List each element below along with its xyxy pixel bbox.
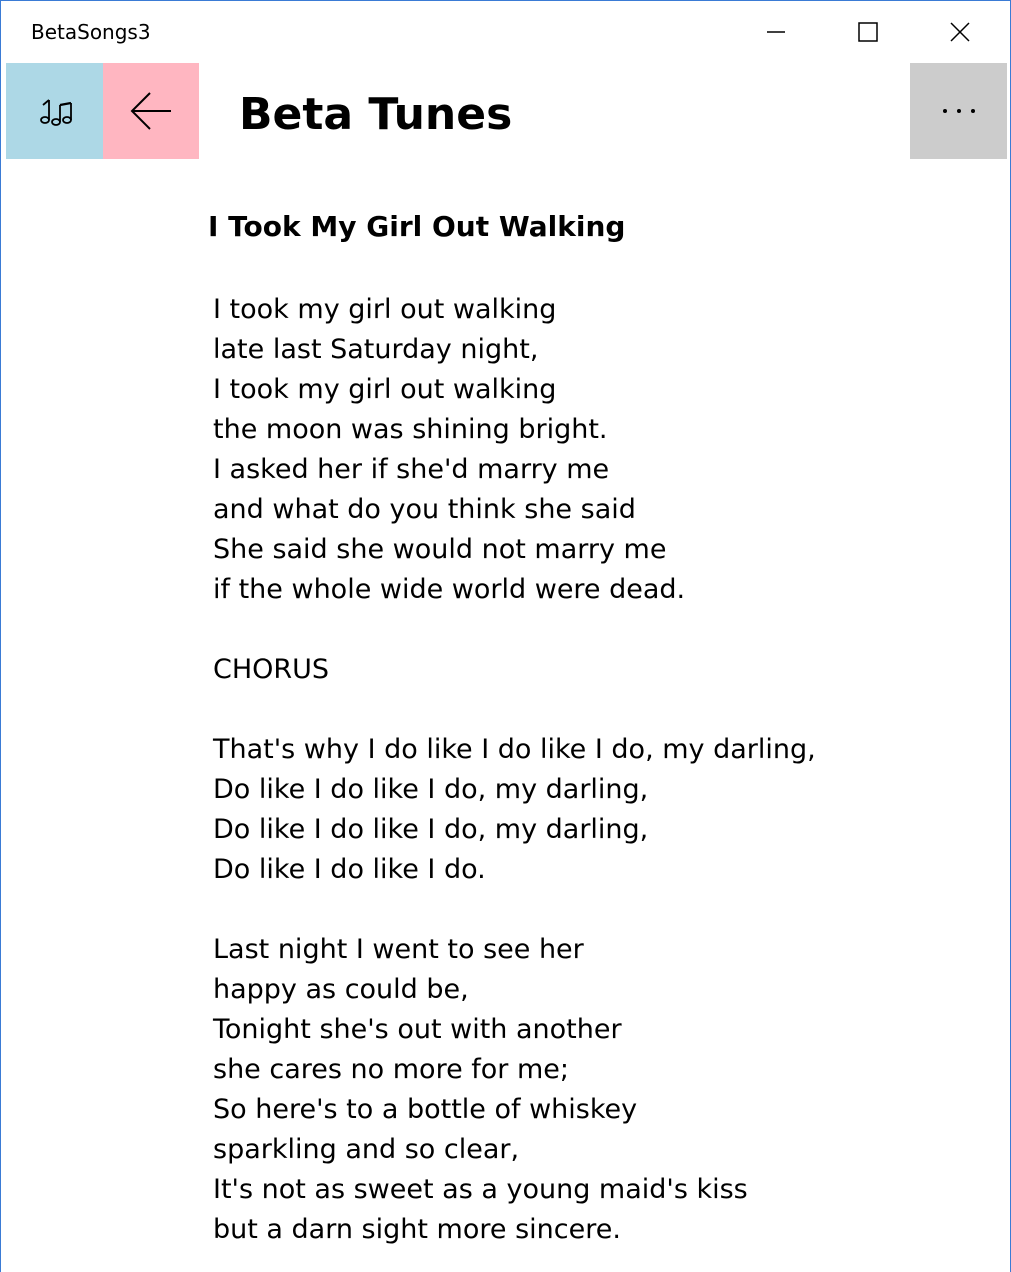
app-header: Beta Tunes: [1, 63, 1010, 159]
more-dots-icon: [942, 109, 975, 113]
maximize-icon: [858, 22, 878, 42]
lyric-line: the moon was shining bright.: [213, 414, 608, 445]
lyric-line: and what do you think she said: [213, 494, 636, 525]
close-button[interactable]: [914, 1, 1006, 63]
minimize-button[interactable]: [730, 1, 822, 63]
lyric-line: I asked her if she'd marry me: [213, 454, 610, 485]
lyric-line: late last Saturday night,: [213, 334, 539, 365]
lyric-line: Do like I do like I do.: [213, 854, 486, 885]
lyric-line: she cares no more for me;: [213, 1054, 569, 1085]
lyric-line: It's not as sweet as a young maid's kiss: [213, 1174, 748, 1205]
music-notes-icon: [39, 99, 72, 126]
title-bar[interactable]: BetaSongs3: [1, 1, 1010, 63]
lyric-spacer: [213, 610, 933, 650]
lyric-line: if the whole wide world were dead.: [213, 574, 686, 605]
more-button[interactable]: [910, 63, 1007, 159]
lyric-line: but a darn sight more sincere.: [213, 1214, 621, 1245]
arrow-left-icon: [130, 92, 171, 130]
lyric-line: She said she would not marry me: [213, 534, 667, 565]
lyric-spacer: [213, 890, 933, 930]
lyric-line: Do like I do like I do, my darling,: [213, 814, 649, 845]
lyric-line: sparkling and so clear,: [213, 1134, 520, 1165]
close-icon: [950, 22, 970, 42]
lyric-line: happy as could be,: [213, 974, 469, 1005]
lyric-line: CHORUS: [213, 654, 330, 685]
app-title: BetaSongs3: [31, 20, 151, 44]
app-window: BetaSongs3 Beta Tunes I Took My Girl Out…: [0, 0, 1011, 1272]
lyric-line: Last night I went to see her: [213, 934, 584, 965]
lyric-line: That's why I do like I do like I do, my …: [213, 734, 816, 765]
lyric-line: So here's to a bottle of whiskey: [213, 1094, 638, 1125]
lyric-spacer: [213, 690, 933, 730]
page-title: Beta Tunes: [239, 89, 513, 140]
music-button[interactable]: [6, 63, 103, 159]
minimize-icon: [767, 31, 785, 33]
maximize-button[interactable]: [822, 1, 914, 63]
song-title: I Took My Girl Out Walking: [208, 210, 626, 243]
lyric-line: Do like I do like I do, my darling,: [213, 774, 649, 805]
lyric-line: I took my girl out walking: [213, 374, 557, 405]
song-lyrics: I took my girl out walking late last Satu…: [213, 290, 933, 1250]
lyric-line: I took my girl out walking: [213, 294, 557, 325]
lyric-line: Tonight she's out with another: [213, 1014, 622, 1045]
back-button[interactable]: [103, 63, 199, 159]
